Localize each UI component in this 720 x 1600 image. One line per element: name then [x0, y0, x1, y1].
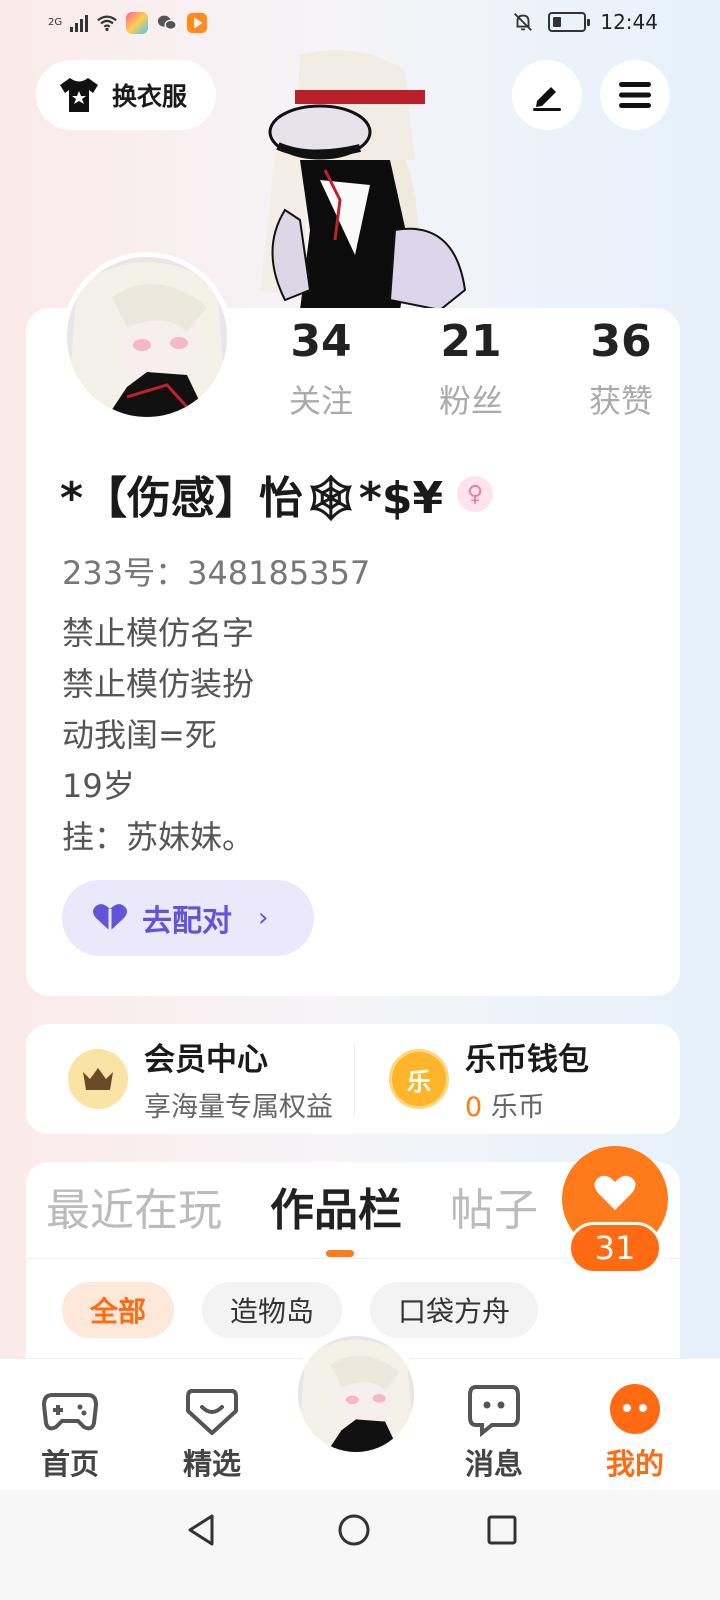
wechat-icon [157, 15, 177, 31]
match-button[interactable]: 去配对 › [62, 880, 314, 956]
vip-subtitle: 享海量专属权益 [144, 1092, 333, 1123]
stat-label: 获赞 [588, 382, 653, 420]
nickname-text: *【伤感】怡🕸*$¥ [60, 473, 444, 524]
nav-label: 首页 [40, 1447, 99, 1481]
like-count-badge: 31 [568, 1222, 662, 1274]
message-icon [468, 1385, 520, 1437]
system-navigation-bar [0, 1490, 720, 1600]
menu-button[interactable] [600, 60, 670, 130]
avatar-3d-figure[interactable] [240, 50, 470, 310]
coin-wallet[interactable]: 乐 乐币钱包 0 乐币 [353, 1024, 680, 1134]
app-notification-icon [126, 12, 149, 34]
filter-chips: 全部 造物岛 口袋方舟 [62, 1282, 539, 1338]
pen-icon [533, 87, 561, 111]
avatar[interactable] [62, 252, 232, 422]
bio-line: 19岁 [62, 767, 135, 805]
status-bar: 2G 12:44 [0, 0, 720, 48]
avatar-nav-button[interactable] [292, 1330, 420, 1458]
crown-icon [68, 1049, 128, 1109]
female-gender-icon: ♀ [457, 476, 494, 512]
heart-icon [594, 1175, 636, 1210]
stat-value: 36 [590, 316, 652, 367]
clock: 12:44 [600, 10, 658, 34]
shirt-icon [60, 78, 98, 112]
nav-mine[interactable]: 我的 [585, 1381, 685, 1483]
signal-icon [70, 14, 89, 32]
wifi-icon [97, 15, 117, 32]
filter-all[interactable]: 全部 [62, 1282, 175, 1338]
bio: 禁止模仿名字 禁止模仿装扮 动我闺=死 19岁 挂：苏妹妹。 [62, 608, 254, 863]
coin-icon: 乐 [389, 1049, 449, 1109]
nav-featured[interactable]: 精选 [162, 1381, 262, 1483]
bio-line: 禁止模仿装扮 [62, 665, 255, 703]
tab-recent-play[interactable]: 最近在玩 [46, 1174, 222, 1238]
chevron-right-icon: › [258, 903, 269, 933]
wallet-title: 乐币钱包 [465, 1042, 589, 1078]
vip-title: 会员中心 [144, 1042, 268, 1078]
coin-balance: 0 [465, 1092, 483, 1123]
tab-bar: 最近在玩 作品栏 帖子 [46, 1174, 538, 1257]
filter-creation-island[interactable]: 造物岛 [202, 1282, 343, 1338]
services-card: 会员中心 享海量专属权益 乐 乐币钱包 0 乐币 [26, 1024, 680, 1134]
back-icon[interactable] [184, 1512, 220, 1548]
edit-profile-button[interactable] [512, 60, 582, 130]
avatar-portrait [298, 1336, 414, 1452]
bio-line: 禁止模仿名字 [62, 614, 255, 652]
nav-label: 精选 [182, 1447, 241, 1481]
dress-up-button[interactable]: 换衣服 [36, 60, 216, 130]
heart-icon [93, 904, 127, 931]
signal-label: 2G [48, 17, 63, 28]
stat-value: 21 [440, 316, 502, 367]
tab-works[interactable]: 作品栏 [270, 1174, 402, 1257]
match-label: 去配对 [142, 904, 232, 939]
nickname: *【伤感】怡🕸*$¥ ♀ [60, 462, 494, 526]
hamburger-menu-icon [619, 82, 651, 108]
heart-chat-icon [186, 1389, 238, 1435]
smile-face-icon [610, 1384, 660, 1434]
tab-posts[interactable]: 帖子 [450, 1174, 538, 1238]
recent-apps-icon[interactable] [484, 1512, 520, 1548]
divider [354, 1042, 355, 1116]
stat-label: 粉丝 [438, 382, 503, 420]
nav-home[interactable]: 首页 [20, 1381, 120, 1483]
user-id[interactable]: 233号：348185357 [62, 548, 370, 594]
dress-up-label: 换衣服 [112, 82, 188, 111]
nav-label: 我的 [605, 1447, 664, 1481]
bio-line: 动我闺=死 [62, 716, 217, 754]
battery-icon [548, 12, 591, 32]
coin-unit: 乐币 [490, 1092, 545, 1123]
stat-following[interactable]: 34 关注 [246, 314, 396, 422]
mute-bell-icon [514, 13, 533, 31]
avatar-portrait [67, 257, 227, 417]
stat-value: 34 [290, 316, 352, 367]
stat-likes[interactable]: 36 获赞 [546, 314, 696, 422]
gamepad-icon [42, 1393, 98, 1431]
nav-label: 消息 [464, 1447, 523, 1481]
bio-line: 挂：苏妹妹。 [62, 818, 255, 856]
home-icon[interactable] [336, 1512, 372, 1548]
coin-icon-text: 乐 [407, 1067, 431, 1096]
filter-pocket-ark[interactable]: 口袋方舟 [370, 1282, 539, 1338]
stat-label: 关注 [288, 382, 353, 420]
nav-messages[interactable]: 消息 [444, 1381, 544, 1483]
play-app-icon [187, 12, 208, 34]
vip-center[interactable]: 会员中心 享海量专属权益 [26, 1024, 353, 1134]
stat-followers[interactable]: 21 粉丝 [396, 314, 546, 422]
